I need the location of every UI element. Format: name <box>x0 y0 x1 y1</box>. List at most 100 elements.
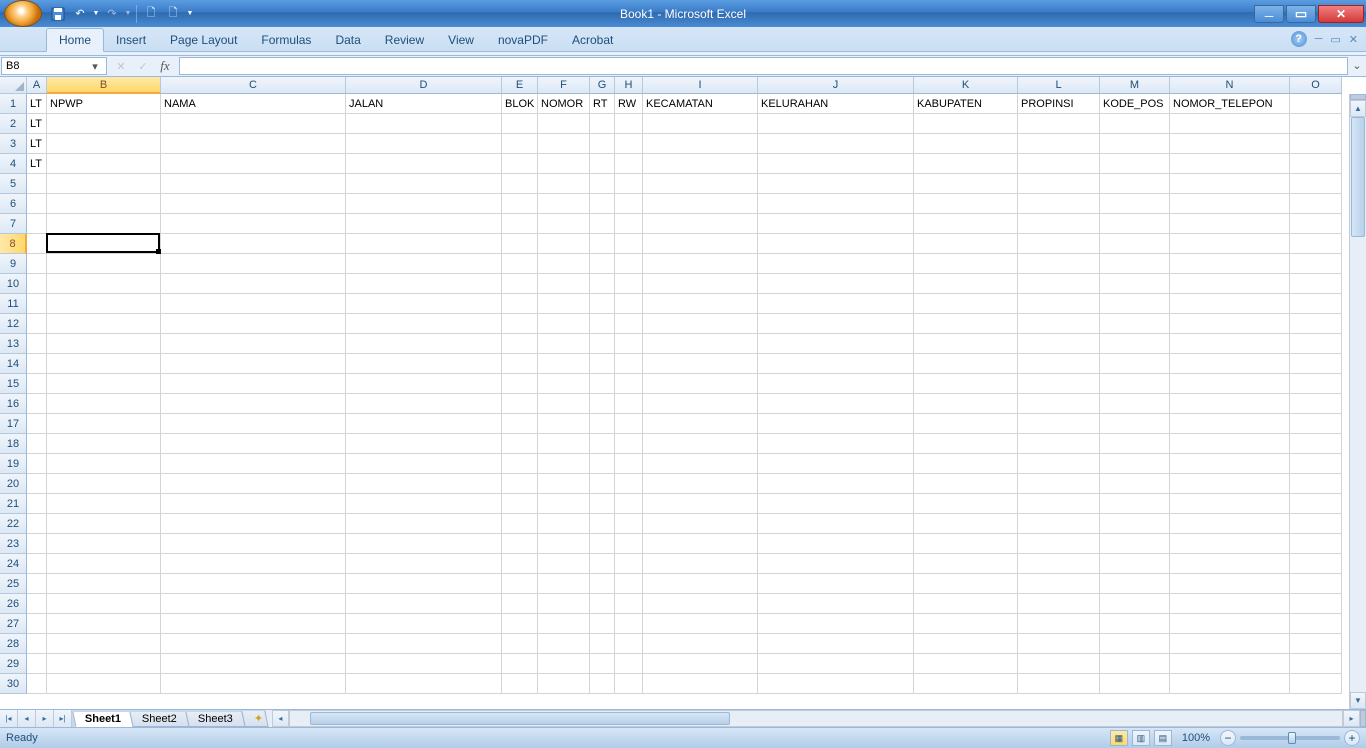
cell-H25[interactable] <box>615 574 643 594</box>
ribbon-tab-review[interactable]: Review <box>373 29 436 51</box>
cell-J23[interactable] <box>758 534 914 554</box>
row-header-22[interactable]: 22 <box>0 514 27 534</box>
cell-M19[interactable] <box>1100 454 1170 474</box>
cell-C29[interactable] <box>161 654 346 674</box>
column-header-J[interactable]: J <box>758 77 914 94</box>
cell-F17[interactable] <box>538 414 590 434</box>
cell-E27[interactable] <box>502 614 538 634</box>
cell-E14[interactable] <box>502 354 538 374</box>
row-header-2[interactable]: 2 <box>0 114 27 134</box>
cell-J14[interactable] <box>758 354 914 374</box>
cell-M17[interactable] <box>1100 414 1170 434</box>
ribbon-tab-page-layout[interactable]: Page Layout <box>158 29 249 51</box>
cell-N27[interactable] <box>1170 614 1290 634</box>
row-header-17[interactable]: 17 <box>0 414 27 434</box>
cell-G1[interactable]: RT <box>590 94 615 114</box>
cell-G25[interactable] <box>590 574 615 594</box>
cell-J7[interactable] <box>758 214 914 234</box>
cell-O2[interactable] <box>1290 114 1342 134</box>
cell-L9[interactable] <box>1018 254 1100 274</box>
cell-J25[interactable] <box>758 574 914 594</box>
cell-F10[interactable] <box>538 274 590 294</box>
cell-K11[interactable] <box>914 294 1018 314</box>
cell-K16[interactable] <box>914 394 1018 414</box>
cell-B3[interactable] <box>47 134 161 154</box>
cell-L6[interactable] <box>1018 194 1100 214</box>
cell-A29[interactable] <box>27 654 47 674</box>
cell-A6[interactable] <box>27 194 47 214</box>
cell-A25[interactable] <box>27 574 47 594</box>
cell-D17[interactable] <box>346 414 502 434</box>
cell-F20[interactable] <box>538 474 590 494</box>
sheet-tab-sheet1[interactable]: Sheet1 <box>72 712 133 727</box>
ribbon-tab-acrobat[interactable]: Acrobat <box>560 29 625 51</box>
cell-C26[interactable] <box>161 594 346 614</box>
cell-A27[interactable] <box>27 614 47 634</box>
cell-O24[interactable] <box>1290 554 1342 574</box>
cell-D30[interactable] <box>346 674 502 694</box>
row-header-10[interactable]: 10 <box>0 274 27 294</box>
cell-O3[interactable] <box>1290 134 1342 154</box>
cell-J15[interactable] <box>758 374 914 394</box>
column-header-M[interactable]: M <box>1100 77 1170 94</box>
cell-A2[interactable]: LT <box>27 114 47 134</box>
cell-O21[interactable] <box>1290 494 1342 514</box>
cell-O12[interactable] <box>1290 314 1342 334</box>
cell-G24[interactable] <box>590 554 615 574</box>
cell-N20[interactable] <box>1170 474 1290 494</box>
cell-N29[interactable] <box>1170 654 1290 674</box>
cell-F11[interactable] <box>538 294 590 314</box>
cell-I20[interactable] <box>643 474 758 494</box>
cell-J26[interactable] <box>758 594 914 614</box>
cell-A18[interactable] <box>27 434 47 454</box>
cell-N11[interactable] <box>1170 294 1290 314</box>
cell-G17[interactable] <box>590 414 615 434</box>
cell-N28[interactable] <box>1170 634 1290 654</box>
row-header-13[interactable]: 13 <box>0 334 27 354</box>
cell-K5[interactable] <box>914 174 1018 194</box>
cell-F22[interactable] <box>538 514 590 534</box>
cell-G14[interactable] <box>590 354 615 374</box>
cell-F2[interactable] <box>538 114 590 134</box>
cell-C30[interactable] <box>161 674 346 694</box>
cell-I25[interactable] <box>643 574 758 594</box>
cell-F1[interactable]: NOMOR <box>538 94 590 114</box>
row-header-20[interactable]: 20 <box>0 474 27 494</box>
row-header-3[interactable]: 3 <box>0 134 27 154</box>
cell-L20[interactable] <box>1018 474 1100 494</box>
cell-N21[interactable] <box>1170 494 1290 514</box>
cell-B7[interactable] <box>47 214 161 234</box>
cell-B30[interactable] <box>47 674 161 694</box>
row-header-4[interactable]: 4 <box>0 154 27 174</box>
cell-K18[interactable] <box>914 434 1018 454</box>
cell-K29[interactable] <box>914 654 1018 674</box>
cell-N12[interactable] <box>1170 314 1290 334</box>
cell-A20[interactable] <box>27 474 47 494</box>
row-header-28[interactable]: 28 <box>0 634 27 654</box>
cell-F9[interactable] <box>538 254 590 274</box>
cell-I2[interactable] <box>643 114 758 134</box>
cell-B4[interactable] <box>47 154 161 174</box>
row-header-8[interactable]: 8 <box>0 234 27 254</box>
cell-I28[interactable] <box>643 634 758 654</box>
cell-N7[interactable] <box>1170 214 1290 234</box>
cell-B22[interactable] <box>47 514 161 534</box>
cell-C15[interactable] <box>161 374 346 394</box>
cell-L23[interactable] <box>1018 534 1100 554</box>
cell-O29[interactable] <box>1290 654 1342 674</box>
cell-C11[interactable] <box>161 294 346 314</box>
cell-H20[interactable] <box>615 474 643 494</box>
column-header-N[interactable]: N <box>1170 77 1290 94</box>
sheet-tab-sheet2[interactable]: Sheet2 <box>129 712 189 727</box>
cell-F3[interactable] <box>538 134 590 154</box>
cell-H11[interactable] <box>615 294 643 314</box>
cell-O7[interactable] <box>1290 214 1342 234</box>
cell-M7[interactable] <box>1100 214 1170 234</box>
cell-J30[interactable] <box>758 674 914 694</box>
zoom-in-button[interactable]: + <box>1344 730 1360 746</box>
cell-N15[interactable] <box>1170 374 1290 394</box>
cell-G30[interactable] <box>590 674 615 694</box>
cell-G15[interactable] <box>590 374 615 394</box>
cell-F6[interactable] <box>538 194 590 214</box>
cell-A11[interactable] <box>27 294 47 314</box>
